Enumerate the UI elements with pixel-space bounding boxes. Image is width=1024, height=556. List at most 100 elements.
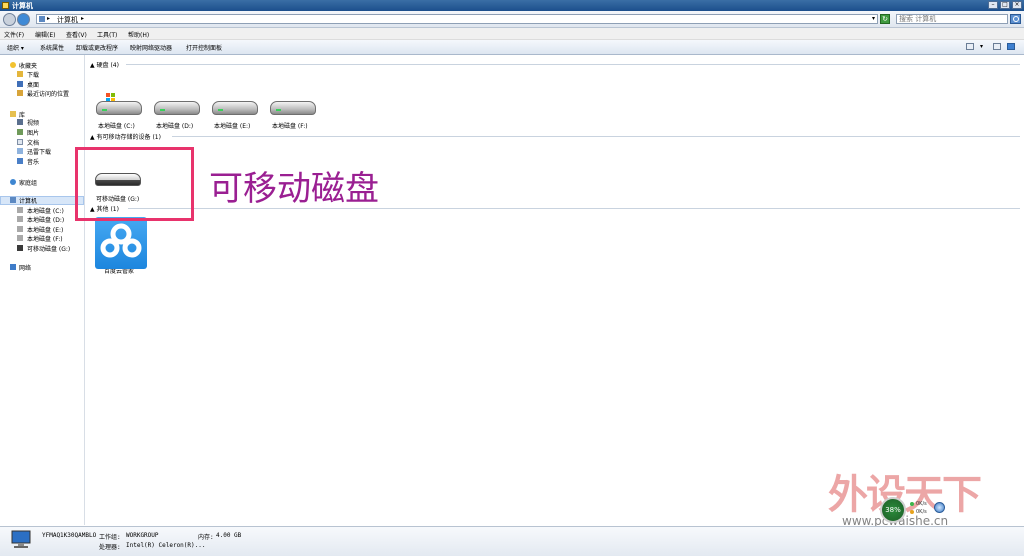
- menu-tools[interactable]: 工具(T): [97, 30, 117, 39]
- sidebar-item-pictures[interactable]: 图片: [27, 128, 39, 137]
- sidebar-item-drive-d[interactable]: 本地磁盘 (D:): [27, 215, 64, 224]
- hard-drive-icon: [96, 101, 142, 115]
- details-pane: YFMAQ1K30QAMBLO 工作组: WORKGROUP 内存: 4.00 …: [0, 526, 1024, 556]
- baidu-cloud-icon[interactable]: [95, 217, 147, 269]
- sidebar-item-recent[interactable]: 最近访问的位置: [27, 89, 69, 98]
- documents-icon: [17, 139, 23, 145]
- menu-help[interactable]: 帮助(H): [128, 30, 149, 39]
- sidebar-item-drive-f[interactable]: 本地磁盘 (F:): [27, 234, 63, 243]
- drive-e-label[interactable]: 本地磁盘 (E:): [214, 121, 250, 130]
- address-toolbar: ▸ 计算机 ▸ ▾ ↻: [0, 11, 1024, 28]
- menu-bar: 文件(F) 编辑(E) 查看(V) 工具(T) 帮助(H): [0, 28, 1024, 40]
- sidebar-item-drive-e[interactable]: 本地磁盘 (E:): [27, 225, 63, 234]
- music-icon: [17, 158, 23, 164]
- sidebar-item-videos[interactable]: 视频: [27, 118, 39, 127]
- upload-speed: 0K/s: [916, 501, 927, 507]
- organize-button[interactable]: 组织 ▾: [7, 43, 24, 52]
- hard-drive-icon: [270, 101, 316, 115]
- memory-label: 内存:: [198, 534, 214, 541]
- workgroup-label: 工作组:: [99, 534, 121, 541]
- sidebar-computer[interactable]: 计算机: [19, 196, 37, 205]
- help-icon[interactable]: [1007, 43, 1015, 50]
- download-icon: [910, 509, 914, 514]
- sidebar-item-drive-g[interactable]: 可移动磁盘 (G:): [27, 244, 70, 253]
- desktop-icon: [17, 81, 23, 87]
- drive-d-label[interactable]: 本地磁盘 (D:): [156, 121, 193, 130]
- sidebar-item-music[interactable]: 音乐: [27, 157, 39, 166]
- open-control-panel-button[interactable]: 打开控制面板: [186, 43, 222, 52]
- sidebar-network[interactable]: 网络: [19, 263, 31, 272]
- menu-edit[interactable]: 编辑(E): [35, 30, 55, 39]
- homegroup-icon: [10, 179, 16, 185]
- video-icon: [17, 119, 23, 125]
- close-button[interactable]: ×: [1012, 1, 1022, 9]
- sidebar-library[interactable]: 库: [19, 110, 25, 119]
- star-icon: [10, 62, 16, 68]
- chevron-right-icon[interactable]: ▸: [81, 15, 84, 22]
- sidebar-favorites[interactable]: 收藏夹: [19, 61, 37, 70]
- upload-icon: [910, 501, 914, 506]
- computer-name: YFMAQ1K30QAMBLO: [42, 532, 97, 539]
- group-divider: [126, 64, 1020, 65]
- network-speed: 0K/s 0K/s: [910, 500, 927, 516]
- drive-f-label[interactable]: 本地磁盘 (F:): [272, 121, 308, 130]
- refresh-button[interactable]: ↻: [880, 14, 890, 24]
- hard-drive-icon: [154, 101, 200, 115]
- title-bar: 计算机 – □ ×: [0, 0, 1024, 11]
- address-path[interactable]: 计算机: [57, 15, 78, 25]
- cloud-icon: [100, 223, 142, 258]
- preview-pane-icon[interactable]: [993, 43, 1001, 50]
- removable-drive-icon: [17, 245, 23, 251]
- map-network-drive-button[interactable]: 映射网络驱动器: [130, 43, 172, 52]
- drive-led: [276, 109, 281, 111]
- sidebar-item-drive-c[interactable]: 本地磁盘 (C:): [27, 206, 64, 215]
- search-icon[interactable]: [1010, 14, 1021, 24]
- drive-led: [160, 109, 165, 111]
- ie-icon[interactable]: [934, 502, 945, 513]
- back-button[interactable]: [3, 13, 16, 26]
- download-speed: 0K/s: [916, 509, 927, 515]
- pictures-icon: [17, 129, 23, 135]
- address-bar[interactable]: ▸ 计算机 ▸ ▾: [36, 14, 878, 24]
- maximize-button[interactable]: □: [1000, 1, 1010, 9]
- sidebar-item-xunlei[interactable]: 迅雷下载: [27, 147, 51, 156]
- drive-led: [102, 109, 107, 111]
- drive-icon: [17, 226, 23, 232]
- group-header-removable[interactable]: ▲ 有可移动存储的设备 (1): [90, 132, 161, 141]
- chevron-down-icon[interactable]: ▾: [872, 15, 875, 22]
- view-options-icon[interactable]: [966, 43, 974, 50]
- drive-icon: [17, 235, 23, 241]
- workgroup-value: WORKGROUP: [126, 532, 159, 539]
- chevron-down-icon[interactable]: ▾: [980, 43, 983, 50]
- memory-gauge[interactable]: 38%: [880, 497, 906, 523]
- library-icon: [10, 111, 16, 117]
- sidebar-item-downloads[interactable]: 下载: [27, 70, 39, 79]
- window-title: 计算机: [12, 2, 33, 10]
- drive-icon: [17, 216, 23, 222]
- menu-file[interactable]: 文件(F): [4, 30, 24, 39]
- search-box[interactable]: [896, 14, 1008, 24]
- search-input[interactable]: [899, 15, 999, 23]
- download-folder-icon: [17, 71, 23, 77]
- highlight-box: [75, 147, 194, 221]
- annotation-text: 可移动磁盘: [209, 169, 379, 209]
- memory-value: 4.00 GB: [216, 532, 242, 539]
- computer-icon: [2, 2, 9, 9]
- hard-drive-icon: [212, 101, 258, 115]
- watermark: 外设天下 www.pcwaishe.cn: [828, 462, 988, 528]
- sidebar-item-documents[interactable]: 文档: [27, 138, 39, 147]
- uninstall-program-button[interactable]: 卸载或更改程序: [76, 43, 118, 52]
- forward-button[interactable]: [17, 13, 30, 26]
- system-properties-button[interactable]: 系统属性: [40, 43, 64, 52]
- sidebar-item-desktop[interactable]: 桌面: [27, 80, 39, 89]
- menu-view[interactable]: 查看(V): [66, 30, 87, 39]
- group-divider: [172, 136, 1020, 137]
- computer-monitor-icon: [11, 530, 31, 548]
- drive-c-label[interactable]: 本地磁盘 (C:): [98, 121, 135, 130]
- sidebar-homegroup[interactable]: 家庭组: [19, 178, 37, 187]
- chevron-right-icon[interactable]: ▸: [47, 15, 50, 22]
- minimize-button[interactable]: –: [988, 1, 998, 9]
- group-header-hdd[interactable]: ▲ 硬盘 (4): [90, 60, 119, 69]
- computer-icon: [39, 16, 45, 22]
- network-icon: [10, 264, 16, 270]
